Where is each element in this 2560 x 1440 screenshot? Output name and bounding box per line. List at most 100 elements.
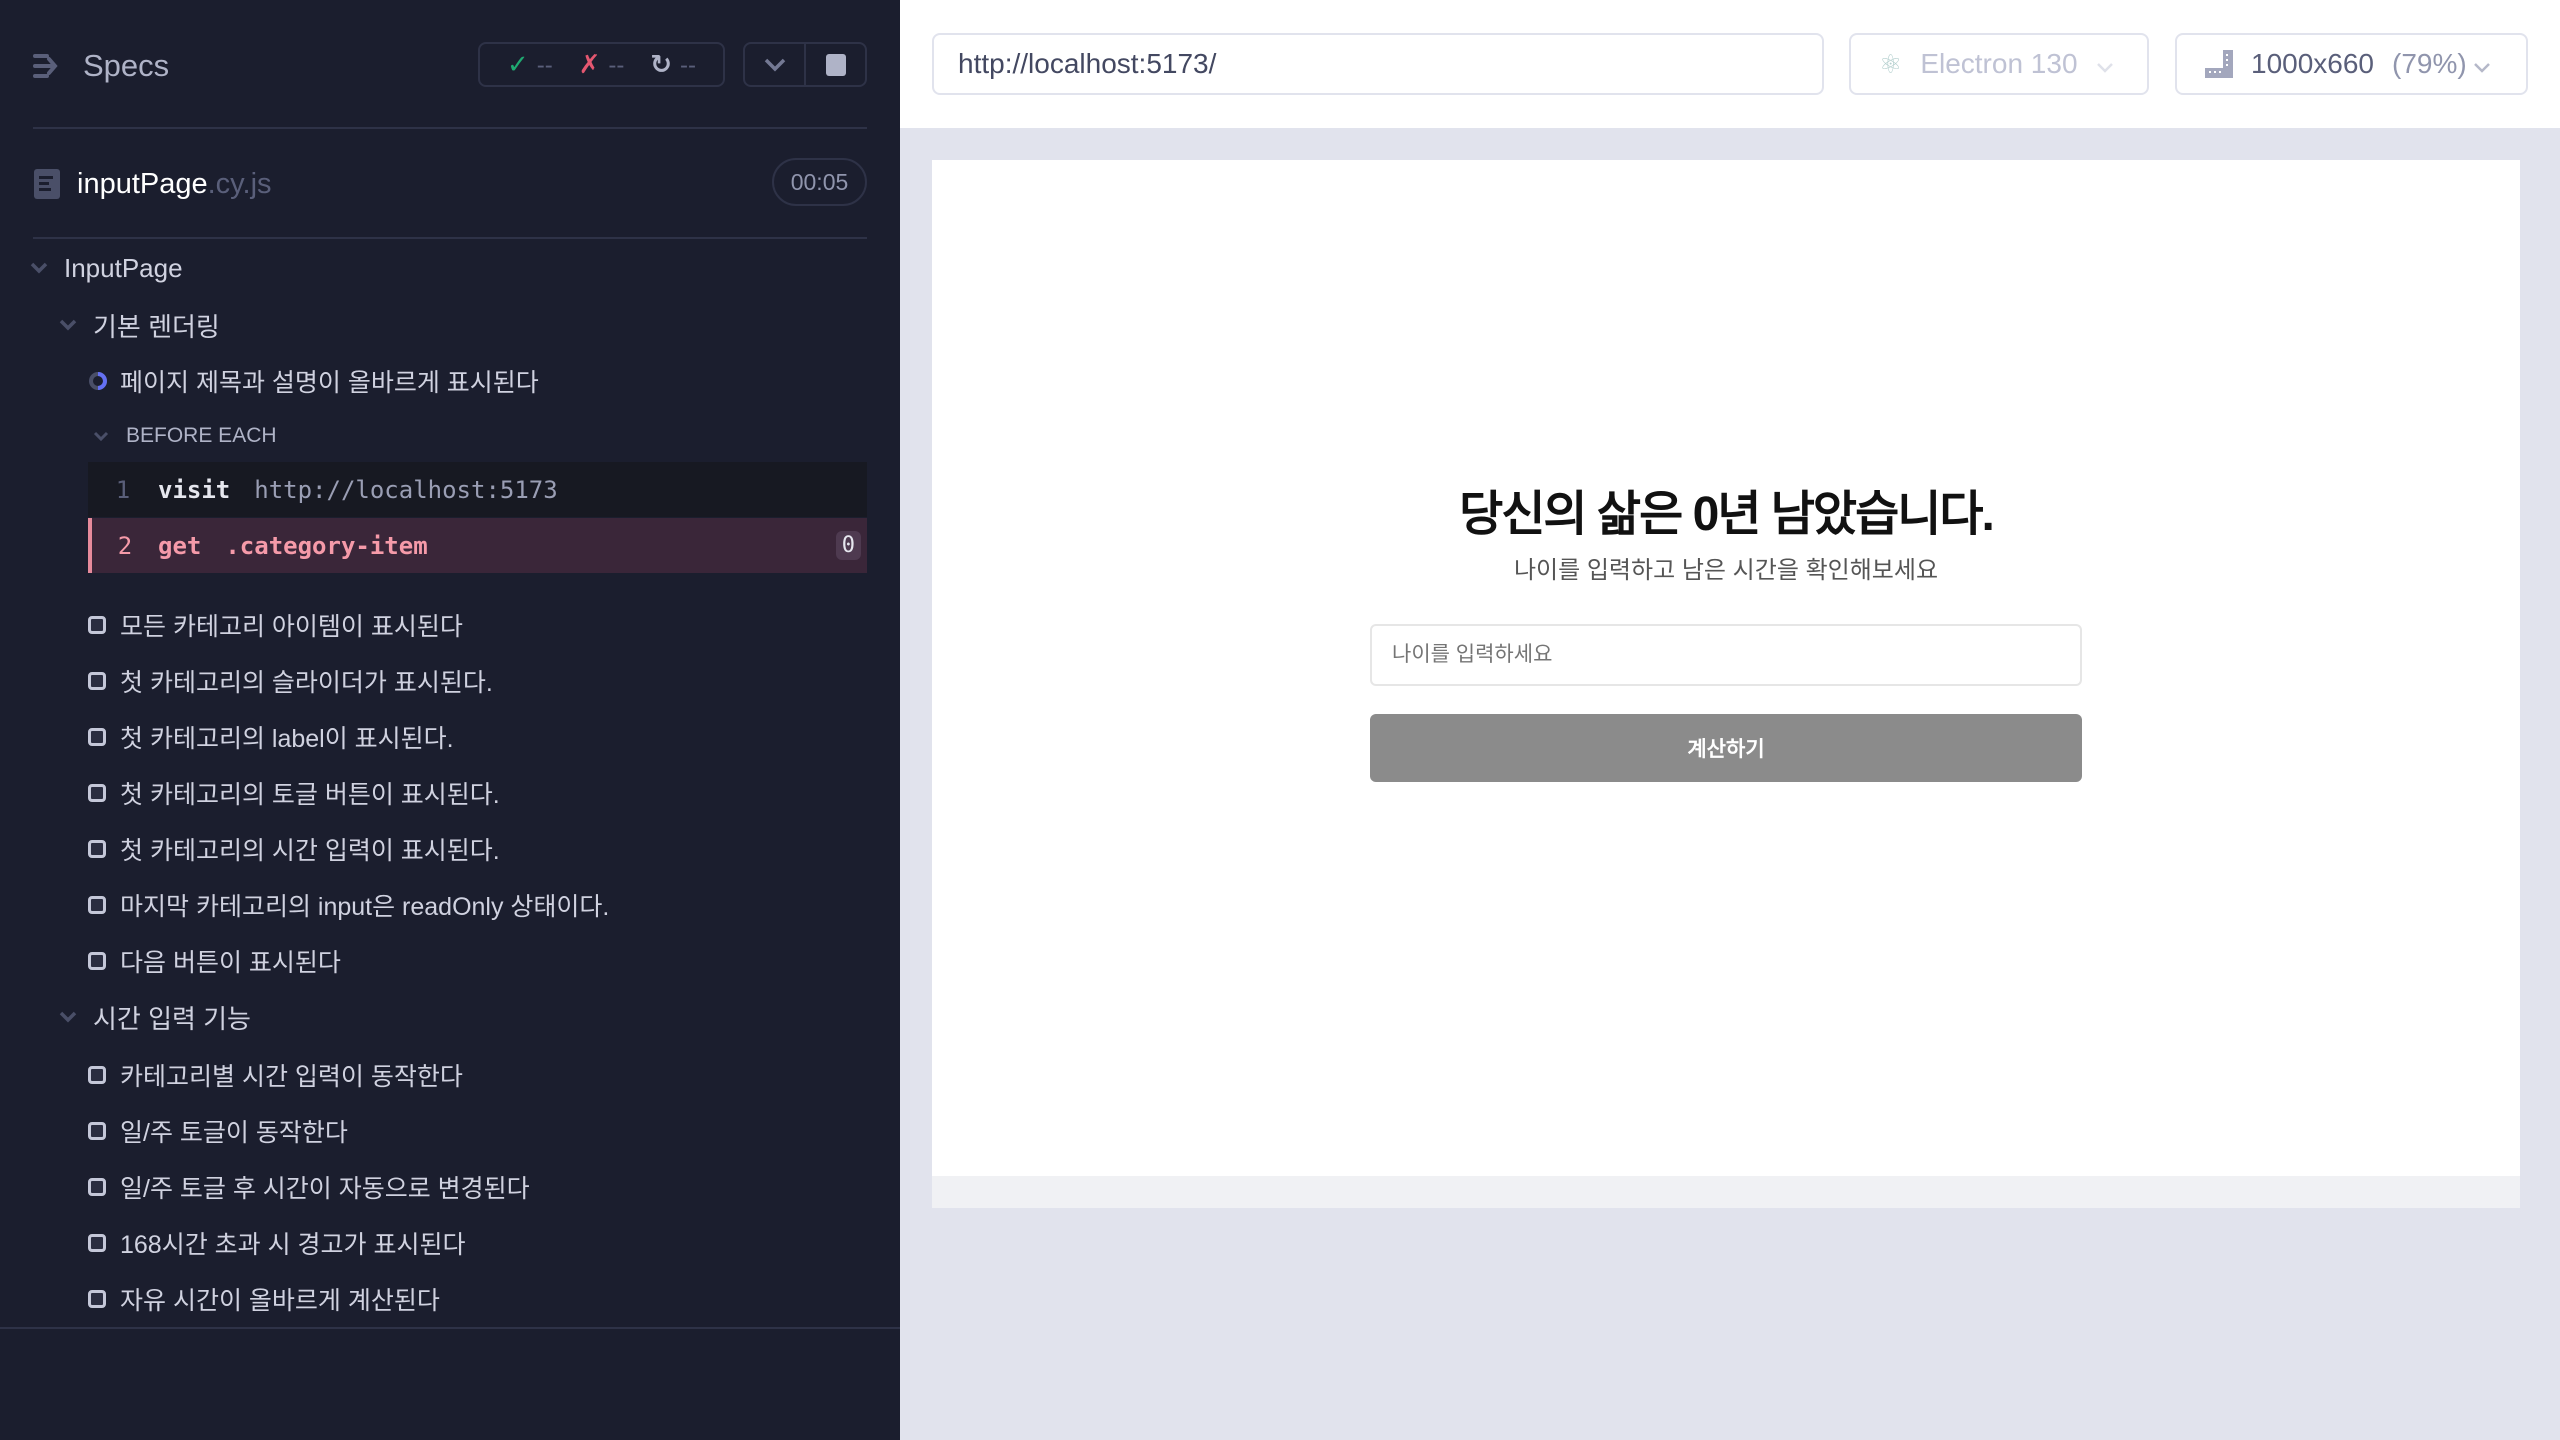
- chevron-down-icon: [764, 58, 785, 71]
- test-title: 첫 카테고리의 토글 버튼이 표시된다.: [120, 781, 500, 809]
- test-item[interactable]: 첫 카테고리의 시간 입력이 표시된다.: [88, 829, 500, 869]
- element-count-badge: 0: [835, 531, 861, 560]
- auto-scroll-button[interactable]: [745, 44, 804, 85]
- run-controls: [743, 42, 867, 87]
- test-item[interactable]: 일/주 토글 후 시간이 자동으로 변경된다: [88, 1167, 530, 1207]
- pending-checkbox-icon: [88, 952, 106, 970]
- test-item[interactable]: 마지막 카테고리의 input은 readOnly 상태이다.: [88, 885, 609, 925]
- command-row[interactable]: 1 visit http://localhost:5173: [88, 462, 867, 517]
- chevron-down-icon: [57, 314, 79, 336]
- app-footer-bar: [932, 1176, 2520, 1208]
- hook-label: BEFORE EACH: [126, 424, 277, 447]
- specs-list-icon: [33, 54, 58, 78]
- age-input[interactable]: [1370, 624, 2082, 686]
- before-each-hook[interactable]: BEFORE EACH: [90, 416, 277, 456]
- passed-stat: ✓ --: [506, 49, 553, 79]
- command-row-failed[interactable]: 2 get .category-item 0: [88, 518, 867, 573]
- pending-checkbox-icon: [88, 1178, 106, 1196]
- viewport-selector[interactable]: 1000x660 (79%): [2175, 33, 2528, 95]
- viewport-zoom: (79%): [2392, 48, 2467, 79]
- command-number: 2: [117, 531, 133, 560]
- test-title: 첫 카테고리의 label이 표시된다.: [120, 725, 454, 753]
- command-arg: .category-item: [225, 531, 428, 560]
- pending-checkbox-icon: [88, 1122, 106, 1140]
- test-item[interactable]: 첫 카테고리의 토글 버튼이 표시된다.: [88, 773, 500, 813]
- test-title: 첫 카테고리의 슬라이더가 표시된다.: [120, 669, 493, 697]
- test-title: 첫 카테고리의 시간 입력이 표시된다.: [120, 837, 500, 865]
- pending-checkbox-icon: [88, 728, 106, 746]
- app-under-test: 당신의 삶은 0년 남았습니다. 나이를 입력하고 남은 시간을 확인해보세요 …: [932, 160, 2520, 1176]
- group-title: 기본 렌더링: [93, 311, 220, 342]
- spec-file-ext: .cy.js: [207, 167, 272, 200]
- stats-bar: ✓ -- ✗ -- ↻ --: [478, 42, 725, 87]
- duration-badge: 00:05: [772, 158, 867, 206]
- pending-checkbox-icon: [88, 896, 106, 914]
- test-title: 일/주 토글이 동작한다: [120, 1119, 348, 1147]
- viewport-size: 1000x660: [2251, 48, 2375, 79]
- test-item[interactable]: 일/주 토글이 동작한다: [88, 1111, 348, 1151]
- url-bar[interactable]: http://localhost:5173/: [932, 33, 1824, 95]
- command-name: visit: [158, 475, 231, 504]
- test-title: 페이지 제목과 설명이 올바르게 표시된다: [120, 369, 539, 397]
- suite-title: InputPage: [64, 252, 183, 283]
- page-description: 나이를 입력하고 남은 시간을 확인해보세요: [1513, 557, 1939, 584]
- test-item[interactable]: 모든 카테고리 아이템이 표시된다: [88, 605, 463, 645]
- test-title: 다음 버튼이 표시된다: [120, 949, 341, 977]
- suite-InputPage[interactable]: InputPage: [28, 248, 183, 288]
- divider: [33, 127, 867, 129]
- failed-stat: ✗ --: [578, 49, 625, 79]
- command-number: 1: [115, 475, 131, 504]
- group-title: 시간 입력 기능: [93, 1003, 251, 1034]
- ruler-icon: [2205, 50, 2233, 78]
- test-item[interactable]: 첫 카테고리의 슬라이더가 표시된다.: [88, 661, 493, 701]
- stop-icon: [825, 53, 846, 76]
- calculate-button[interactable]: 계산하기: [1370, 714, 2082, 782]
- pending-checkbox-icon: [88, 1290, 106, 1308]
- x-icon: ✗: [578, 49, 601, 79]
- test-item[interactable]: 카테고리별 시간 입력이 동작한다: [88, 1055, 463, 1095]
- command-arg: http://localhost:5173: [254, 475, 558, 504]
- spinner-icon: ↻: [650, 49, 673, 79]
- test-item[interactable]: 자유 시간이 올바르게 계산된다: [88, 1279, 440, 1319]
- page-title: 당신의 삶은 0년 남았습니다.: [1459, 488, 1995, 541]
- chevron-down-icon: [2096, 48, 2114, 80]
- command-log-panel: Specs ✓ -- ✗ -- ↻ -- inputPage.cy.js 00:05 …: [0, 0, 900, 1440]
- test-title: 자유 시간이 올바르게 계산된다: [120, 1287, 440, 1315]
- stop-button[interactable]: [804, 44, 865, 85]
- pending-checkbox-icon: [88, 840, 106, 858]
- browser-selector[interactable]: ⚛ Electron 130: [1849, 33, 2149, 95]
- pending-checkbox-icon: [88, 672, 106, 690]
- running-spinner-icon: [89, 372, 107, 390]
- test-title: 카테고리별 시간 입력이 동작한다: [120, 1063, 463, 1091]
- specs-title: Specs: [83, 48, 170, 83]
- pending-stat: ↻ --: [650, 49, 697, 79]
- group-time-input[interactable]: 시간 입력 기능: [57, 997, 251, 1037]
- electron-icon: ⚛: [1879, 48, 1903, 79]
- test-item[interactable]: 168시간 초과 시 경고가 표시된다: [88, 1223, 466, 1263]
- chevron-down-icon: [28, 257, 50, 279]
- chevron-down-icon: [90, 425, 112, 447]
- test-title: 168시간 초과 시 경고가 표시된다: [120, 1231, 466, 1259]
- test-item[interactable]: 다음 버튼이 표시된다: [88, 941, 341, 981]
- test-title: 모든 카테고리 아이템이 표시된다: [120, 613, 463, 641]
- spec-file-name: inputPage: [77, 167, 208, 200]
- test-item[interactable]: 첫 카테고리의 label이 표시된다.: [88, 717, 454, 757]
- pending-checkbox-icon: [88, 1066, 106, 1084]
- command-name: get: [158, 531, 202, 560]
- pending-checkbox-icon: [88, 784, 106, 802]
- url-text: http://localhost:5173/: [958, 48, 1217, 79]
- pending-checkbox-icon: [88, 1234, 106, 1252]
- pending-checkbox-icon: [88, 616, 106, 634]
- browser-name: Electron 130: [1920, 48, 2078, 79]
- test-title: 일/주 토글 후 시간이 자동으로 변경된다: [120, 1175, 530, 1203]
- divider: [33, 237, 867, 239]
- divider: [0, 1327, 900, 1329]
- spec-file[interactable]: inputPage.cy.js: [33, 162, 272, 206]
- test-item-running[interactable]: 페이지 제목과 설명이 올바르게 표시된다: [88, 361, 539, 401]
- chevron-down-icon: [2473, 48, 2491, 80]
- chevron-down-icon: [57, 1006, 79, 1028]
- group-basic-rendering[interactable]: 기본 렌더링: [57, 305, 220, 345]
- file-icon: [34, 169, 60, 199]
- test-title: 마지막 카테고리의 input은 readOnly 상태이다.: [120, 893, 610, 921]
- specs-toggle[interactable]: Specs: [33, 44, 169, 88]
